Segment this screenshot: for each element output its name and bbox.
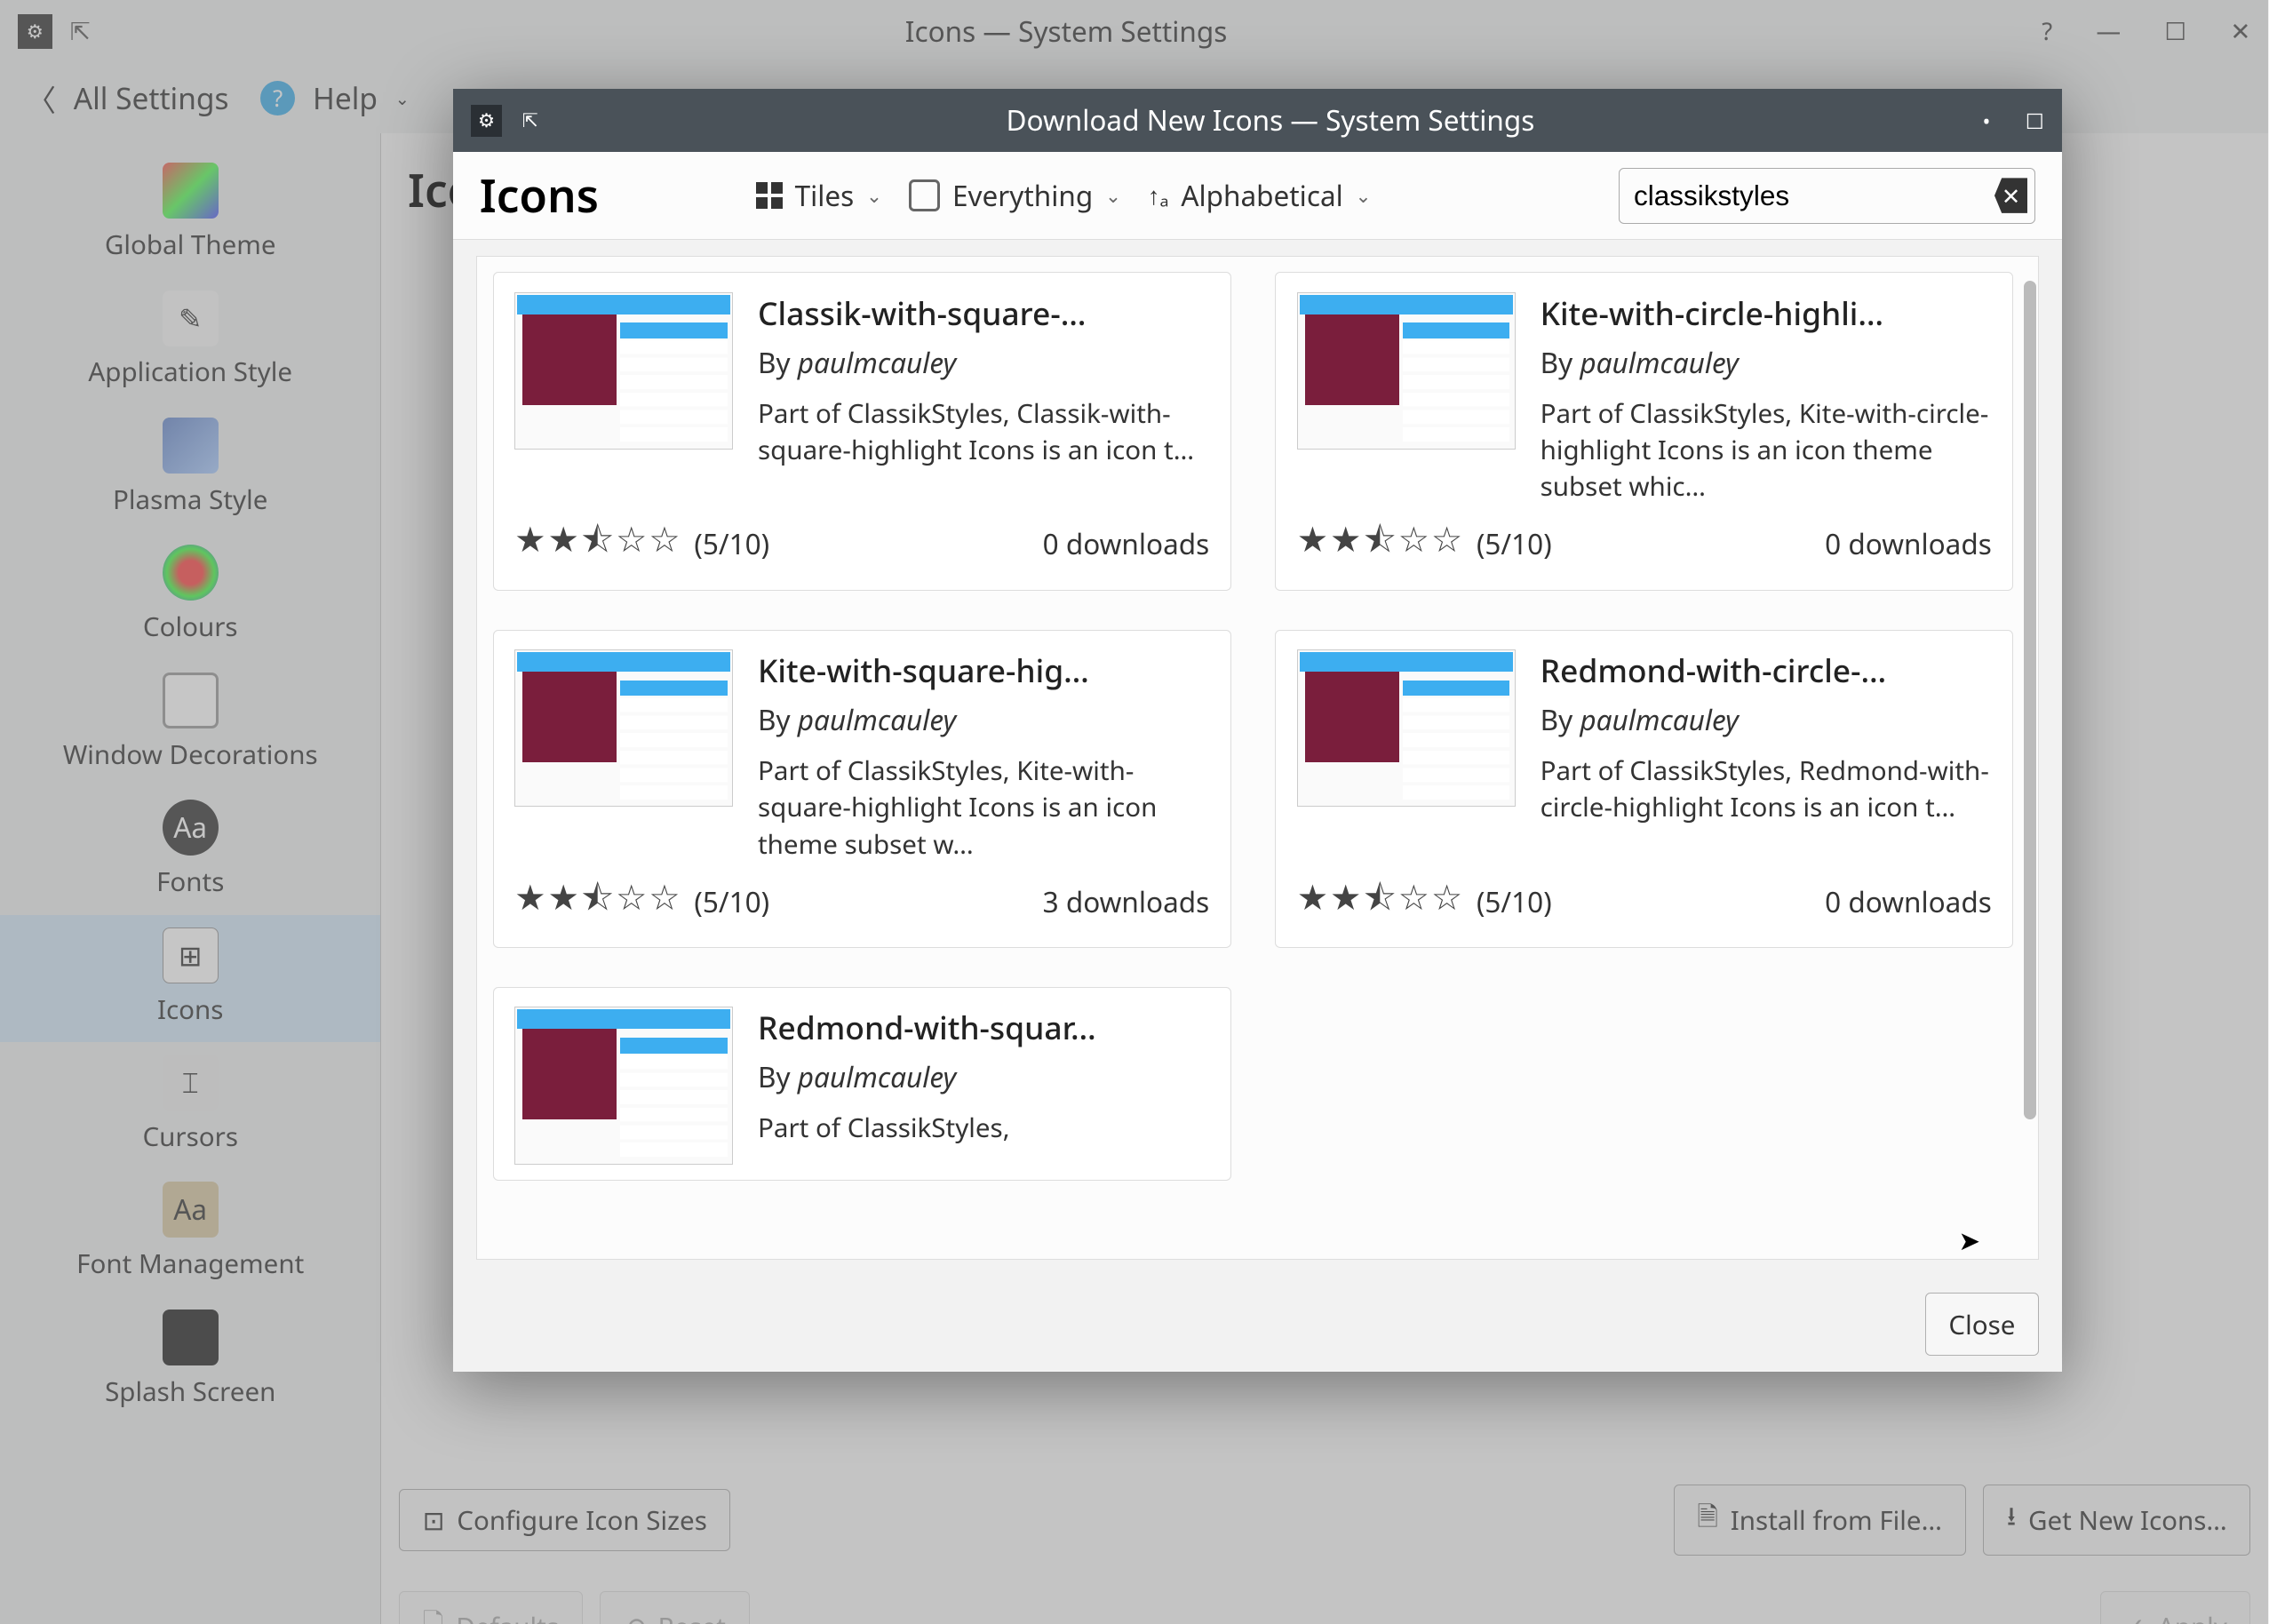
rating-text: (5/10): [694, 525, 769, 563]
clear-search-icon[interactable]: ✕: [1994, 178, 2027, 212]
theme-author: By paulmcauley: [1541, 701, 1992, 739]
button-label: Close: [1948, 1306, 2015, 1342]
theme-description: Part of ClassikStyles,: [758, 1109, 1209, 1145]
download-count: 0 downloads: [1825, 525, 1992, 563]
filter-dropdown[interactable]: Everything ⌄: [909, 177, 1121, 215]
theme-author: By paulmcauley: [1541, 344, 1992, 382]
chevron-down-icon: ⌄: [866, 183, 882, 209]
theme-thumbnail: [514, 292, 733, 450]
download-count: 0 downloads: [1825, 883, 1992, 921]
download-icons-dialog: ⚙ ⇱ Download New Icons — System Settings…: [453, 89, 2061, 1372]
icon-theme-card[interactable]: Redmond-with-squar… By paulmcauley Part …: [493, 987, 1231, 1182]
theme-description: Part of ClassikStyles, Redmond-with-circ…: [1541, 752, 1992, 825]
dialog-minimize-icon[interactable]: •: [1982, 107, 1990, 135]
mouse-cursor: ➤: [1958, 1222, 1980, 1258]
search-box[interactable]: ✕: [1619, 168, 2035, 224]
icon-theme-card[interactable]: Classik-with-square-… By paulmcauley Par…: [493, 272, 1231, 591]
icon-theme-card[interactable]: Kite-with-circle-highli… By paulmcauley …: [1275, 272, 2013, 591]
view-mode-dropdown[interactable]: Tiles ⌄: [756, 177, 882, 215]
theme-description: Part of ClassikStyles, Classik-with-squa…: [758, 394, 1209, 468]
theme-thumbnail: [514, 1007, 733, 1164]
chevron-down-icon: ⌄: [1105, 183, 1121, 209]
rating-stars: ★★⯪☆☆: [1297, 514, 1464, 574]
dialog-pin-icon[interactable]: ⇱: [514, 105, 545, 136]
icon-theme-card[interactable]: Redmond-with-circle-… By paulmcauley Par…: [1275, 630, 2013, 949]
dropdown-label: Everything: [952, 177, 1093, 215]
search-input[interactable]: [1634, 179, 1994, 212]
sort-dropdown[interactable]: ↑ₐ Alphabetical ⌄: [1148, 177, 1372, 215]
dialog-title: Download New Icons — System Settings: [558, 101, 1982, 139]
chevron-down-icon: ⌄: [1356, 183, 1372, 209]
dropdown-label: Alphabetical: [1181, 177, 1342, 215]
theme-description: Part of ClassikStyles, Kite-with-circle-…: [1541, 394, 1992, 505]
download-count: 0 downloads: [1043, 525, 1210, 563]
dialog-maximize-icon[interactable]: ☐: [2026, 107, 2044, 135]
theme-title: Redmond-with-squar…: [758, 1007, 1209, 1049]
rating-stars: ★★⯪☆☆: [514, 872, 681, 932]
dialog-controls: Icons Tiles ⌄ Everything ⌄ ↑ₐ Alphabetic…: [453, 152, 2061, 240]
theme-description: Part of ClassikStyles, Kite-with-square-…: [758, 752, 1209, 862]
theme-author: By paulmcauley: [758, 344, 1209, 382]
rating-text: (5/10): [1477, 883, 1552, 921]
checkbox-icon: [909, 179, 940, 211]
theme-thumbnail: [1297, 649, 1516, 807]
dialog-app-icon: ⚙: [471, 105, 502, 136]
theme-thumbnail: [514, 649, 733, 807]
close-button[interactable]: Close: [1925, 1293, 2039, 1356]
theme-author: By paulmcauley: [758, 701, 1209, 739]
dialog-body: Classik-with-square-… By paulmcauley Par…: [453, 240, 2061, 1276]
dropdown-label: Tiles: [795, 177, 855, 215]
theme-title: Redmond-with-circle-…: [1541, 649, 1992, 692]
sort-icon: ↑ₐ: [1148, 179, 1169, 212]
download-count: 3 downloads: [1043, 883, 1210, 921]
icon-theme-card[interactable]: Kite-with-square-hig… By paulmcauley Par…: [493, 630, 1231, 949]
dialog-heading: Icons: [480, 164, 599, 227]
rating-text: (5/10): [1477, 525, 1552, 563]
dialog-footer: Close ➤: [453, 1276, 2061, 1372]
rating-stars: ★★⯪☆☆: [514, 514, 681, 574]
results-grid[interactable]: Classik-with-square-… By paulmcauley Par…: [476, 256, 2039, 1261]
theme-title: Classik-with-square-…: [758, 292, 1209, 335]
theme-thumbnail: [1297, 292, 1516, 450]
theme-title: Kite-with-square-hig…: [758, 649, 1209, 692]
rating-stars: ★★⯪☆☆: [1297, 872, 1464, 932]
scrollbar[interactable]: [2024, 281, 2036, 1119]
dialog-titlebar[interactable]: ⚙ ⇱ Download New Icons — System Settings…: [453, 89, 2061, 152]
theme-title: Kite-with-circle-highli…: [1541, 292, 1992, 335]
rating-text: (5/10): [694, 883, 769, 921]
tiles-icon: [756, 182, 783, 209]
theme-author: By paulmcauley: [758, 1058, 1209, 1096]
